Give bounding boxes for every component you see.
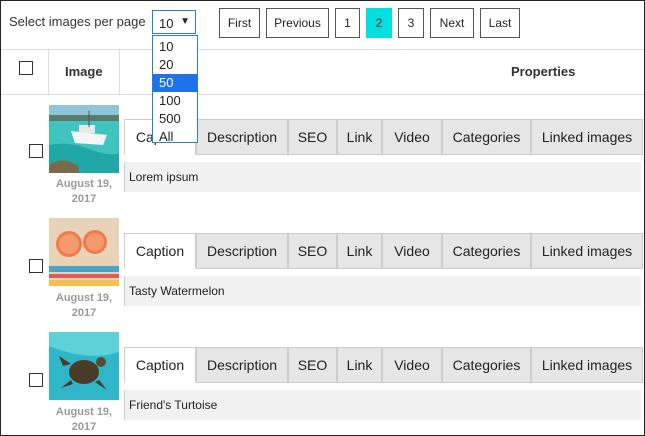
image-column-header: Image	[65, 64, 103, 79]
per-page-option-500[interactable]: 500	[153, 110, 197, 128]
previous-page-button[interactable]: Previous	[266, 8, 329, 38]
per-page-option-10[interactable]: 10	[153, 38, 197, 56]
tab-video[interactable]: Video	[382, 119, 442, 155]
caption-text: Friend's Turtoise	[129, 398, 218, 412]
year-line: 2017	[71, 421, 97, 433]
upload-date: August 19, 2017	[49, 177, 119, 207]
tab-description[interactable]: Description	[196, 347, 288, 383]
properties-column-header: Properties	[511, 64, 576, 79]
grapefruit-image	[49, 218, 119, 286]
image-thumbnail[interactable]	[49, 218, 119, 286]
tab-link[interactable]: Link	[337, 233, 382, 269]
image-thumbnail[interactable]	[49, 105, 119, 173]
page-1-button[interactable]: 1	[335, 8, 360, 38]
caption-field[interactable]: Tasty Watermelon	[124, 276, 641, 306]
tab-video[interactable]: Video	[382, 347, 442, 383]
tab-link[interactable]: Link	[337, 119, 382, 155]
page-3-button[interactable]: 3	[398, 8, 424, 38]
header-col-divider	[48, 50, 49, 94]
tab-seo[interactable]: SEO	[288, 233, 337, 269]
first-page-button[interactable]: First	[219, 8, 260, 38]
row-checkbox[interactable]	[29, 259, 43, 273]
tab-caption[interactable]: Caption	[124, 233, 196, 269]
caption-text: Lorem ipsum	[129, 170, 199, 184]
year-line: 2017	[71, 307, 97, 319]
last-page-button[interactable]: Last	[480, 8, 520, 38]
select-all-checkbox[interactable]	[19, 61, 33, 75]
page-2-button[interactable]: 2	[366, 8, 392, 38]
upload-date: August 19, 2017	[49, 291, 119, 321]
tab-seo[interactable]: SEO	[288, 347, 337, 383]
image-thumbnail[interactable]	[49, 332, 119, 400]
tab-linked-images[interactable]: Linked images	[531, 347, 643, 383]
tab-categories[interactable]: Categories	[442, 347, 531, 383]
per-page-select[interactable]: 10 ▼	[152, 10, 196, 34]
date-line: August 19,	[55, 178, 113, 190]
per-page-dropdown: 10 20 50 100 500 All	[152, 35, 198, 146]
per-page-label: Select images per page	[9, 14, 146, 29]
images-manager: Select images per page 10 ▼ 10 20 50 100…	[0, 0, 645, 436]
caption-text: Tasty Watermelon	[129, 284, 225, 298]
row-checkbox[interactable]	[29, 373, 43, 387]
tab-categories[interactable]: Categories	[442, 233, 531, 269]
tab-video[interactable]: Video	[382, 233, 442, 269]
boat-image	[49, 105, 119, 173]
tab-description[interactable]: Description	[196, 233, 288, 269]
per-page-option-20[interactable]: 20	[153, 56, 197, 74]
header-top-divider	[1, 49, 644, 50]
date-line: August 19,	[55, 406, 113, 418]
per-page-option-100[interactable]: 100	[153, 92, 197, 110]
tab-description[interactable]: Description	[196, 119, 288, 155]
caption-field[interactable]: Lorem ipsum	[124, 162, 641, 192]
upload-date: August 19, 2017	[49, 405, 119, 435]
year-line: 2017	[71, 193, 97, 205]
turtle-image	[49, 332, 119, 400]
per-page-option-all[interactable]: All	[153, 128, 197, 146]
tab-categories[interactable]: Categories	[442, 119, 531, 155]
header-bottom-divider	[1, 94, 644, 95]
per-page-selected-value: 10	[159, 16, 174, 31]
header-col-divider	[119, 50, 120, 94]
per-page-option-50[interactable]: 50	[153, 74, 197, 92]
caption-field[interactable]: Friend's Turtoise	[124, 390, 641, 420]
next-page-button[interactable]: Next	[430, 8, 474, 38]
tab-linked-images[interactable]: Linked images	[531, 233, 643, 269]
row-checkbox[interactable]	[29, 144, 43, 158]
chevron-down-icon: ▼	[180, 16, 190, 27]
tab-link[interactable]: Link	[337, 347, 382, 383]
date-line: August 19,	[55, 292, 113, 304]
tab-linked-images[interactable]: Linked images	[531, 119, 643, 155]
tab-caption[interactable]: Caption	[124, 347, 196, 383]
tab-seo[interactable]: SEO	[288, 119, 337, 155]
